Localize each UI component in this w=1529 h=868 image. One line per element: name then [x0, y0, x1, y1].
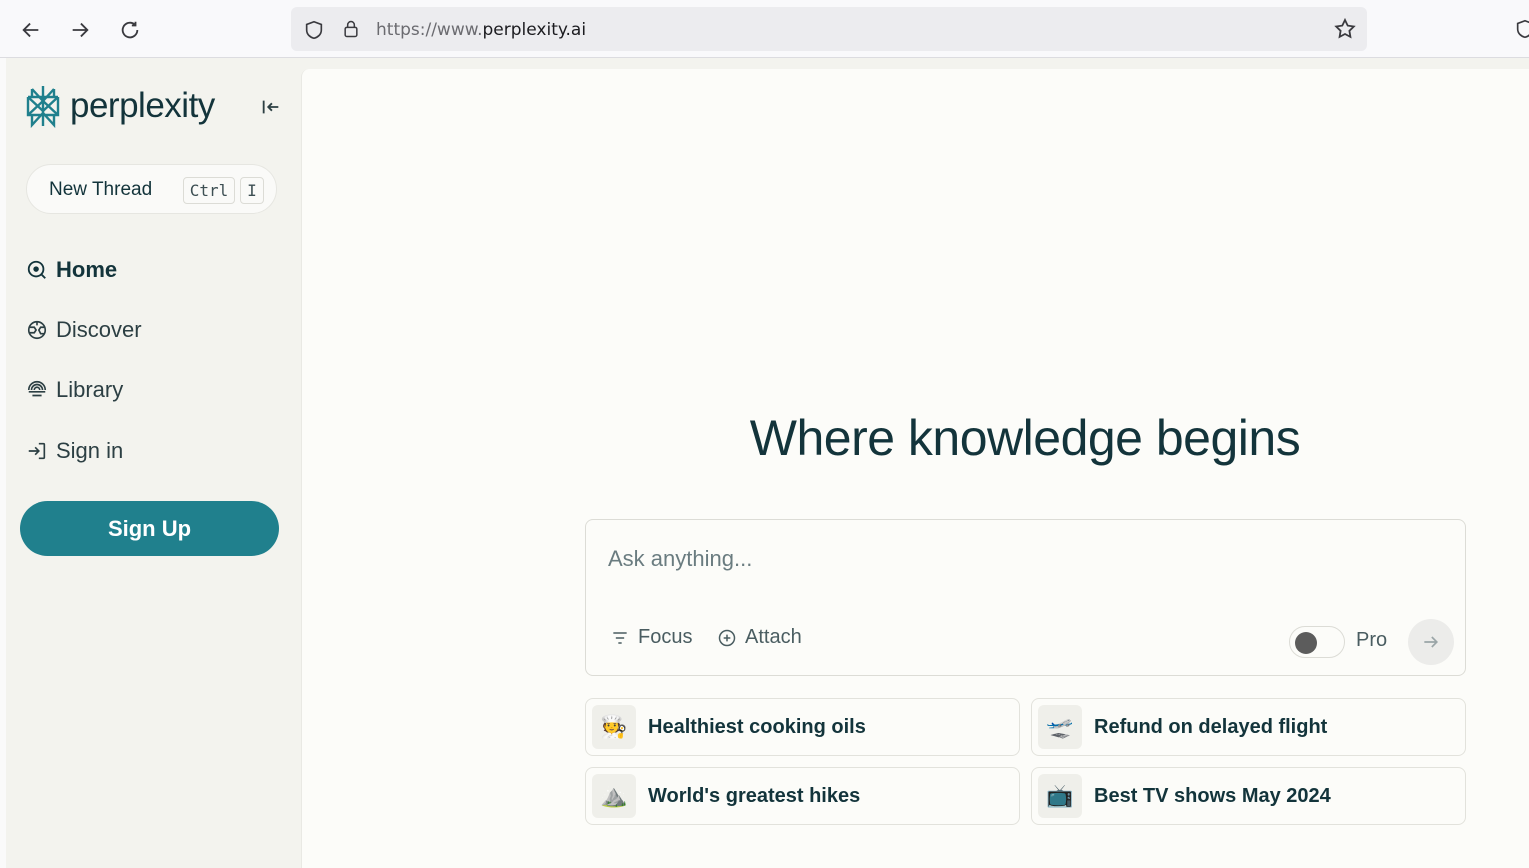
- sidebar-item-label: Discover: [56, 317, 142, 342]
- suggestion-label: Refund on delayed flight: [1094, 715, 1328, 738]
- sidebar-item-label: Home: [56, 257, 118, 282]
- logo-text: perplexity: [70, 86, 215, 125]
- perplexity-logo-icon: [26, 86, 60, 128]
- attach-button[interactable]: Attach: [717, 626, 802, 649]
- suggestion-label: World's greatest hikes: [648, 784, 861, 807]
- page-headline: Where knowledge begins: [749, 410, 1301, 466]
- suggestion-card[interactable]: 🧑‍🍳 Healthiest cooking oils: [585, 698, 1020, 756]
- toggle-knob: [1295, 632, 1317, 654]
- sidebar-item-library[interactable]: Library: [26, 370, 123, 410]
- television-icon: 📺: [1038, 774, 1082, 818]
- url-text: https://www.perplexity.ai: [376, 20, 587, 40]
- collapse-icon: [262, 100, 279, 114]
- address-bar[interactable]: https://www.perplexity.ai: [291, 7, 1367, 51]
- sidebar-item-label: Sign in: [56, 438, 124, 463]
- pro-label: Pro: [1356, 629, 1388, 651]
- ask-input[interactable]: [608, 546, 1438, 572]
- suggestion-label: Best TV shows May 2024: [1094, 784, 1331, 807]
- search-circle-icon: [27, 260, 46, 279]
- suggestion-label: Healthiest cooking oils: [648, 715, 866, 738]
- reload-icon[interactable]: [114, 14, 146, 46]
- sign-in-icon: [28, 442, 46, 460]
- back-arrow-icon[interactable]: [15, 14, 47, 46]
- bookmark-star-icon[interactable]: [1333, 17, 1357, 41]
- browser-toolbar: https://www.perplexity.ai: [0, 0, 1529, 58]
- shortcut-key-ctrl: Ctrl: [183, 177, 235, 204]
- arrow-right-icon: [1424, 636, 1439, 648]
- perplexity-logo[interactable]: perplexity: [24, 84, 215, 128]
- submit-button[interactable]: [1408, 619, 1454, 665]
- new-thread-label: New Thread: [49, 179, 153, 200]
- mountain-icon: ⛰️: [592, 774, 636, 818]
- suggestion-card[interactable]: 📺 Best TV shows May 2024: [1031, 767, 1466, 825]
- lock-icon[interactable]: [341, 18, 361, 40]
- focus-label: Focus: [638, 626, 693, 648]
- main-panel: Where knowledge begins Focus Attach Pro …: [301, 69, 1529, 868]
- chef-icon: 🧑‍🍳: [592, 705, 636, 749]
- attach-label: Attach: [745, 626, 802, 648]
- suggestion-card[interactable]: ⛰️ World's greatest hikes: [585, 767, 1020, 825]
- collapse-sidebar-button[interactable]: [258, 94, 284, 120]
- sidebar-item-discover[interactable]: Discover: [26, 310, 142, 350]
- sign-up-button[interactable]: Sign Up: [20, 501, 279, 556]
- ask-box[interactable]: Focus Attach Pro: [585, 519, 1466, 676]
- sidebar-item-home[interactable]: Home: [26, 250, 117, 290]
- globe-icon: [27, 320, 47, 340]
- shield-icon[interactable]: [303, 19, 325, 41]
- new-thread-button[interactable]: New Thread Ctrl I: [26, 164, 277, 214]
- airplane-departure-icon: 🛫: [1038, 705, 1082, 749]
- shortcut-key-i: I: [240, 177, 264, 204]
- focus-button[interactable]: Focus: [610, 626, 692, 649]
- plus-circle-icon: [718, 629, 736, 646]
- sidebar-item-label: Library: [56, 377, 124, 402]
- filter-icon: [613, 631, 627, 644]
- pro-toggle[interactable]: [1289, 626, 1345, 658]
- sidebar: perplexity New Thread Ctrl I Home Discov…: [6, 58, 300, 868]
- sidebar-item-sign-in[interactable]: Sign in: [26, 431, 123, 471]
- library-icon: [27, 381, 47, 397]
- extension-shield-icon[interactable]: [1514, 18, 1529, 40]
- suggestion-card[interactable]: 🛫 Refund on delayed flight: [1031, 698, 1466, 756]
- forward-arrow-icon[interactable]: [64, 14, 96, 46]
